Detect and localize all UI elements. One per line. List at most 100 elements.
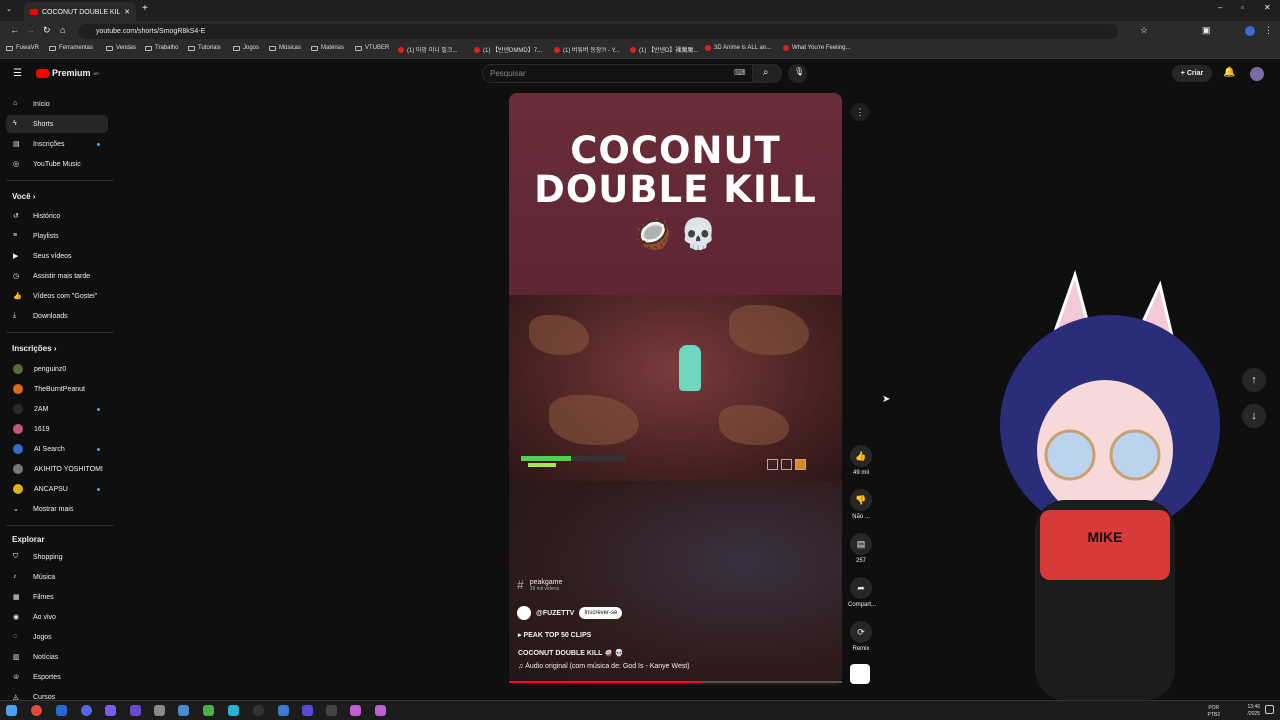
hashtag-row[interactable]: # peakgame 39 mil vídeos — [517, 578, 837, 592]
chrome-icon[interactable] — [31, 705, 42, 716]
app-icon[interactable] — [203, 705, 214, 716]
sidebar-item-shorts[interactable]: ϟ Shorts — [6, 115, 108, 133]
sidebar-sub-akihito-yoshitomi[interactable]: AKIHITO YOSHITOMI — [6, 460, 108, 478]
bookmark-item[interactable]: Vendas — [106, 45, 136, 51]
start-menu-icon[interactable] — [6, 705, 17, 716]
channel-thumbnail[interactable] — [850, 664, 870, 684]
discord-icon[interactable] — [81, 705, 92, 716]
sidebar-sub-2am[interactable]: 2AM — [6, 400, 108, 418]
steam-icon[interactable] — [56, 705, 67, 716]
shorts-video-player[interactable]: COCONUT DOUBLE KILL 🥥 💀 — [509, 93, 842, 685]
obs-icon[interactable] — [253, 705, 264, 716]
bookmark-item[interactable]: (1) 버튜버 등장?! - Y... — [554, 45, 620, 54]
extensions-icon[interactable]: ▣ — [1202, 25, 1211, 36]
app-icon[interactable] — [228, 705, 239, 716]
sidebar-heading-voce[interactable]: Você › — [12, 192, 35, 201]
forward-icon[interactable]: → — [26, 25, 35, 35]
voice-search-button[interactable]: 🎙 — [788, 64, 807, 83]
create-button[interactable]: + Criar — [1172, 65, 1212, 82]
sidebar-item-musica[interactable]: ♪ Música — [6, 568, 108, 586]
like-button[interactable]: 👍 49 mil — [848, 445, 874, 476]
app-icon[interactable] — [178, 705, 189, 716]
channel-avatar[interactable] — [517, 606, 531, 620]
bookmark-item[interactable]: (1) 【반넨D】裸魔魔... — [630, 45, 698, 54]
browser-menu-icon[interactable]: ⋮ — [1264, 25, 1273, 36]
playlist-link[interactable]: ▸ PEAK TOP 50 CLIPS — [518, 631, 591, 639]
sidebar-show-more[interactable]: ⌄ Mostrar mais — [6, 500, 108, 518]
sidebar-item-filmes[interactable]: ▦ Filmes — [6, 588, 108, 606]
bookmark-item[interactable]: (1) 마망 미니 필크... — [398, 45, 457, 54]
avatar[interactable] — [1250, 67, 1264, 81]
sidebar-item-playlists[interactable]: ≡ Playlists — [6, 227, 108, 245]
back-icon[interactable]: ← — [10, 25, 19, 35]
sidebar-sub-ancapsu[interactable]: ANCAPSU — [6, 480, 108, 498]
close-window-icon[interactable]: ✕ — [1264, 3, 1271, 12]
sidebar-item-assistir-mais-tarde[interactable]: ◷ Assistir mais tarde — [6, 267, 108, 285]
remix-button[interactable]: ⟳ Remix — [848, 621, 874, 652]
bookmark-item[interactable]: Trabalho — [145, 45, 178, 51]
bookmark-item[interactable]: Jogos — [233, 45, 259, 51]
notification-center-icon[interactable] — [1265, 705, 1274, 714]
bookmark-item[interactable]: Matérias — [311, 45, 344, 51]
sidebar-item-downloads[interactable]: ⤓ Downloads — [6, 307, 108, 325]
app-icon[interactable] — [302, 705, 313, 716]
bookmark-star-icon[interactable]: ☆ — [1140, 25, 1148, 36]
sidebar-item-jogos[interactable]: ◌ Jogos — [6, 628, 108, 646]
app-icon[interactable] — [130, 705, 141, 716]
sidebar-sub-ai-search[interactable]: AI Search — [6, 440, 108, 458]
sidebar-item-historico[interactable]: ↺ Histórico — [6, 207, 108, 225]
app-icon[interactable] — [105, 705, 116, 716]
browser-tab[interactable]: COCONUT DOUBLE KILL 🥥 💀 ✕ — [24, 2, 136, 21]
reload-icon[interactable]: ↻ — [43, 25, 51, 36]
more-options-button[interactable]: ⋮ — [851, 103, 869, 121]
keyboard-icon[interactable]: ⌨ — [734, 68, 746, 77]
new-tab-icon[interactable]: + — [142, 3, 148, 14]
sidebar-item-shopping[interactable]: ⛉ Shopping — [6, 548, 108, 566]
sidebar-item-seus-videos[interactable]: ▶ Seus vídeos — [6, 247, 108, 265]
sidebar-item-videos-com-gostei[interactable]: 👍 Vídeos com "Gostei" — [6, 287, 108, 305]
sidebar-item-inicio[interactable]: ⌂ Início — [6, 95, 108, 113]
url-field[interactable]: youtube.com/shorts/SmogR8kS4-E — [78, 24, 1118, 39]
dislike-button[interactable]: 👎 Não ... — [848, 489, 874, 520]
tab-list-chevron-icon[interactable]: ⌄ — [6, 5, 12, 13]
search-button[interactable]: ⌕ — [752, 64, 782, 83]
maximize-icon[interactable]: ▫ — [1241, 3, 1244, 12]
minimize-icon[interactable]: – — [1218, 3, 1222, 12]
channel-name[interactable]: @FUZETTV — [536, 610, 574, 617]
video-progress-bar[interactable] — [509, 681, 842, 683]
app-icon[interactable] — [326, 705, 337, 716]
app-icon[interactable] — [278, 705, 289, 716]
bookmark-item[interactable]: Músicas — [269, 45, 301, 51]
system-tray[interactable]: POR PTB2 13:46 /2025 — [1207, 704, 1260, 718]
share-button[interactable]: ➦ Compart... — [848, 577, 876, 608]
tab-close-icon[interactable]: ✕ — [124, 8, 130, 16]
cat-app-icon[interactable] — [350, 705, 361, 716]
next-short-button[interactable]: ↓ — [1242, 404, 1266, 428]
bookmark-item[interactable]: Ferramentas — [49, 45, 93, 51]
sidebar-item-inscricoes[interactable]: ▤ Inscrições — [6, 135, 108, 153]
sidebar-heading-inscricoes[interactable]: Inscrições › — [12, 344, 56, 353]
hamburger-menu-icon[interactable]: ☰ — [13, 68, 22, 79]
audio-link[interactable]: ♫ Áudio original (com música de: God Is … — [518, 663, 690, 670]
bookmark-item[interactable]: VTUBER — [355, 45, 389, 51]
notifications-bell-icon[interactable]: 🔔 — [1223, 67, 1235, 78]
sidebar-item-esportes[interactable]: ♔ Esportes — [6, 668, 108, 686]
sidebar-sub-1619[interactable]: 1619 — [6, 420, 108, 438]
home-browser-icon[interactable]: ⌂ — [60, 25, 65, 35]
cat-app-icon[interactable] — [375, 705, 386, 716]
bookmark-item[interactable]: 3D Anime is ALL an... — [705, 45, 771, 51]
bookmark-item[interactable]: FuwaVR — [6, 45, 39, 51]
comments-button[interactable]: ▤ 257 — [848, 533, 874, 564]
sidebar-item-ao-vivo[interactable]: ◉ Ao vivo — [6, 608, 108, 626]
bookmark-item[interactable]: Tutoriais — [188, 45, 221, 51]
sidebar-sub-theburntpeanut[interactable]: TheBurntPeanut — [6, 380, 108, 398]
sidebar-item-youtube-music[interactable]: ◎ YouTube Music — [6, 155, 108, 173]
sidebar-sub-penguinz0[interactable]: penguinz0 — [6, 360, 108, 378]
bookmark-item[interactable]: (1) 【반넨DMMD】7... — [474, 45, 542, 54]
sidebar-item-noticias[interactable]: ▥ Notícias — [6, 648, 108, 666]
previous-short-button[interactable]: ↑ — [1242, 368, 1266, 392]
profile-icon[interactable] — [1245, 26, 1255, 36]
bookmark-item[interactable]: What You're Feeling... — [783, 45, 851, 51]
app-icon[interactable] — [154, 705, 165, 716]
youtube-logo[interactable]: Premium BR — [36, 68, 99, 78]
